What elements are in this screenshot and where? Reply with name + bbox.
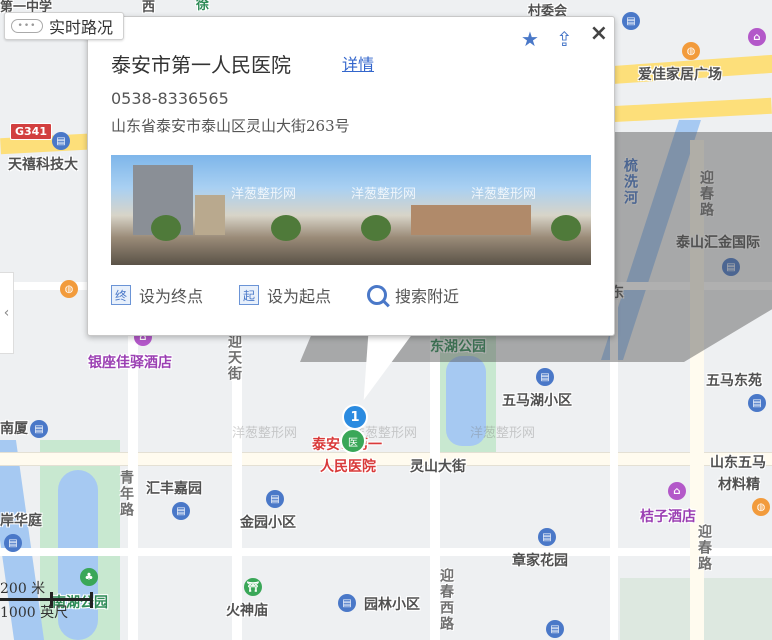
poi-huoshen-icon[interactable]: ⛩	[244, 578, 262, 596]
poi-south-icon[interactable]: ▤	[546, 620, 564, 638]
map-scale: 200 米 1000 英尺	[0, 578, 100, 628]
poi-building-icon[interactable]: ▤	[622, 12, 640, 30]
label-qingnian: 青年路	[118, 470, 134, 518]
label-anhua: 岸华庭	[0, 513, 42, 529]
map-watermark-3: 洋葱整形网	[470, 426, 536, 441]
highway-badge-g341: G341	[10, 123, 52, 140]
photo-tree-3	[361, 215, 391, 241]
chevron-left-icon: ‹	[3, 305, 10, 321]
poi-tianxi-icon[interactable]: ▤	[52, 132, 70, 150]
place-title: 泰安市第一人民医院	[111, 53, 291, 77]
poi-zhangjia-icon[interactable]: ▤	[538, 528, 556, 546]
label-huifeng: 汇丰嘉园	[146, 481, 202, 497]
photo-building-3	[411, 205, 531, 235]
label-juzi: 桔子酒店	[640, 509, 696, 525]
photo-tree-2	[271, 215, 301, 241]
sidebar-collapse-handle[interactable]: ‹	[0, 272, 14, 354]
hospital-marker-icon[interactable]: 医	[340, 428, 366, 454]
realtime-traffic-label: 实时路况	[49, 18, 114, 37]
traffic-toggle-icon: •••	[11, 19, 43, 33]
share-icon[interactable]: ⇪	[556, 27, 573, 51]
label-aijia: 爱佳家居广场	[638, 67, 722, 83]
label-hospital-2: 人民医院	[320, 459, 376, 475]
poi-wumadong-icon[interactable]: ▤	[748, 394, 766, 412]
poi-anhua-icon[interactable]: ▤	[4, 534, 22, 552]
map-watermark-1: 洋葱整形网	[232, 426, 298, 441]
road-h2	[0, 548, 772, 556]
favorite-star-icon[interactable]: ★	[521, 27, 539, 51]
label-wumahu: 五马湖小区	[502, 393, 572, 409]
street-view-photo[interactable]: 洋葱整形网 洋葱整形网 洋葱整形网	[111, 155, 591, 265]
label-top-2: 西	[142, 0, 156, 15]
set-start-button[interactable]: 起 设为起点	[239, 283, 331, 307]
poi-yuanlin-icon[interactable]: ▤	[338, 594, 356, 612]
photo-watermark-2: 洋葱整形网	[351, 187, 417, 202]
poi-shop-icon[interactable]: ◍	[682, 42, 700, 60]
set-start-label: 设为起点	[267, 287, 332, 306]
scale-imperial: 1000 英尺	[0, 605, 69, 621]
search-nearby-label: 搜索附近	[395, 287, 460, 306]
label-lingshan: 灵山大街	[410, 459, 466, 475]
poi-hotel-icon[interactable]: ⌂	[748, 28, 766, 46]
photo-tree-1	[151, 215, 181, 241]
set-end-button[interactable]: 终 设为终点	[111, 283, 203, 307]
label-yinzuo: 银座佳驿酒店	[88, 355, 172, 371]
result-marker-icon[interactable]: 1	[342, 404, 368, 430]
label-yuanlin: 园林小区	[364, 597, 420, 613]
road-lingshan	[0, 452, 772, 466]
label-cailiao: 材料精	[718, 477, 760, 493]
label-tianxi: 天禧科技大	[8, 157, 78, 173]
start-point-icon: 起	[239, 285, 260, 305]
poi-wumahu-icon[interactable]: ▤	[536, 368, 554, 386]
close-icon[interactable]: ×	[590, 21, 608, 46]
label-huoshen: 火神庙	[226, 603, 268, 619]
search-icon	[367, 285, 388, 305]
end-point-icon: 终	[111, 285, 131, 305]
scale-bar	[0, 598, 92, 601]
label-yingchun-west: 迎春西路	[438, 568, 454, 632]
label-shandong-wuma: 山东五马	[710, 455, 766, 471]
detail-link[interactable]: 详情	[342, 51, 374, 75]
poi-shop2-icon[interactable]: ◍	[60, 280, 78, 298]
label-yingchun-bottom: 迎春路	[696, 524, 712, 572]
realtime-traffic-button[interactable]: ••• 实时路况	[4, 12, 124, 40]
poi-juzi-icon[interactable]: ⌂	[668, 482, 686, 500]
label-wumadong: 五马东苑	[706, 373, 762, 389]
label-top-3: 徐	[196, 0, 210, 13]
label-nanxia: 南厦	[0, 421, 28, 437]
label-yingtian: 迎天街	[226, 334, 242, 382]
scale-tick-right	[90, 592, 93, 608]
place-address: 山东省泰安市泰山区灵山大街263号	[111, 117, 350, 135]
set-end-label: 设为终点	[139, 287, 204, 306]
scale-metric: 200 米	[0, 581, 46, 597]
poi-nanxia-icon[interactable]: ▤	[30, 420, 48, 438]
popup-actions: 终 设为终点 起 设为起点 搜索附近	[111, 283, 459, 307]
label-zhangjia: 章家花园	[512, 553, 568, 569]
photo-building-2	[195, 195, 225, 235]
poi-shop3-icon[interactable]: ◍	[752, 498, 770, 516]
poi-jinyuan-icon[interactable]: ▤	[266, 490, 284, 508]
place-info-popup: 泰安市第一人民医院 详情 ★ ⇪ × 0538-8336565 山东省泰安市泰山…	[87, 16, 615, 336]
photo-tree-4	[551, 215, 581, 241]
poi-huifeng-icon[interactable]: ▤	[172, 502, 190, 520]
label-jinyuan: 金园小区	[240, 515, 296, 531]
photo-watermark-1: 洋葱整形网	[231, 187, 297, 202]
place-phone: 0538-8336565	[111, 89, 229, 108]
photo-watermark-3: 洋葱整形网	[471, 187, 537, 202]
search-nearby-button[interactable]: 搜索附近	[367, 283, 459, 307]
